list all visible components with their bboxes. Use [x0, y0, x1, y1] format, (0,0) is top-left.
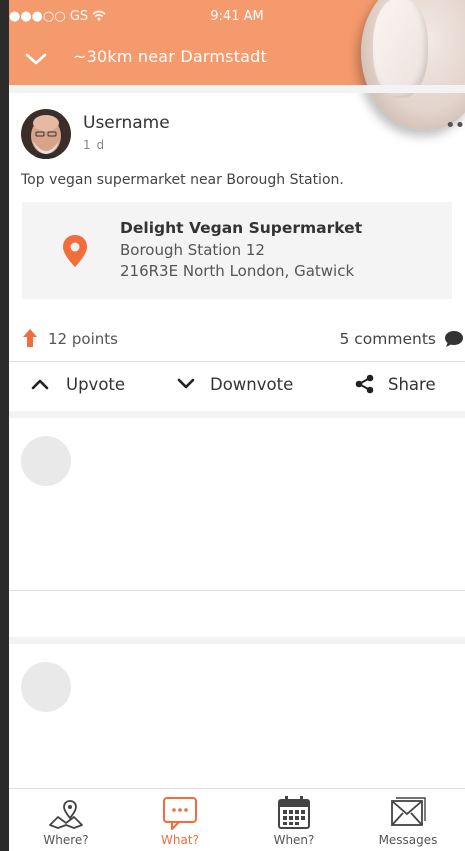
- divider: [9, 590, 465, 591]
- placeholder-avatar: [21, 662, 71, 712]
- more-options-icon[interactable]: •••: [445, 115, 465, 136]
- post-stats: 12 points 5 comments: [9, 322, 465, 360]
- comments-link[interactable]: 5 comments: [339, 330, 436, 348]
- tab-when[interactable]: When?: [237, 795, 351, 847]
- tab-when-label: When?: [273, 833, 315, 847]
- feed-spacer: [9, 411, 465, 418]
- post-time: 1 d: [83, 138, 106, 152]
- share-label: Share: [388, 375, 436, 394]
- username[interactable]: Username: [83, 113, 170, 133]
- chevron-down-icon: [177, 378, 195, 389]
- map-pin-icon: [49, 800, 83, 829]
- thumb-overlay: [361, 0, 465, 130]
- upvote-button[interactable]: Upvote: [31, 375, 125, 394]
- points-label: points: [71, 330, 118, 348]
- place-name: Delight Vegan Supermarket: [120, 219, 363, 237]
- post-text: Top vegan supermarket near Borough Stati…: [21, 172, 344, 188]
- share-button[interactable]: Share: [355, 374, 436, 394]
- placeholder-avatar: [21, 436, 71, 486]
- comment-bubble-icon[interactable]: [445, 331, 463, 347]
- place-address-line1: Borough Station 12: [120, 241, 265, 259]
- tab-what[interactable]: What?: [123, 795, 237, 847]
- envelope-icon: [391, 797, 426, 826]
- tab-bar: Where? What? When? Messages: [9, 788, 465, 851]
- chevron-down-icon[interactable]: [25, 48, 47, 70]
- tab-where[interactable]: Where?: [9, 795, 123, 847]
- feed-spacer: [9, 85, 465, 93]
- share-icon: [355, 374, 374, 394]
- feed-spacer: [9, 637, 465, 644]
- divider: [9, 361, 465, 362]
- location-pin-icon: [63, 235, 87, 267]
- points-arrow-icon: [23, 329, 37, 347]
- location-filter-label[interactable]: ~30km near Darmstadt: [73, 47, 267, 66]
- avatar[interactable]: [21, 109, 71, 159]
- chevron-up-icon: [31, 379, 49, 390]
- points-count: 12 points: [48, 330, 118, 348]
- upvote-label: Upvote: [66, 375, 126, 394]
- downvote-button[interactable]: Downvote: [177, 375, 293, 394]
- tab-where-label: Where?: [43, 833, 89, 847]
- place-card[interactable]: Delight Vegan Supermarket Borough Statio…: [22, 202, 452, 299]
- tab-what-label: What?: [161, 833, 199, 847]
- tab-messages-label: Messages: [378, 833, 438, 847]
- post-actions: Upvote Downvote Share: [9, 363, 465, 413]
- chat-bubble-icon: [163, 797, 197, 830]
- place-address-line2: 216R3E North London, Gatwick: [120, 262, 355, 280]
- phone-screen: ●●●○○ GS 9:41 AM ~30km near Darmstadt Us…: [9, 0, 465, 851]
- tab-messages[interactable]: Messages: [351, 795, 465, 847]
- calendar-icon: [278, 796, 310, 829]
- downvote-label: Downvote: [210, 375, 294, 394]
- points-value: 12: [48, 330, 68, 348]
